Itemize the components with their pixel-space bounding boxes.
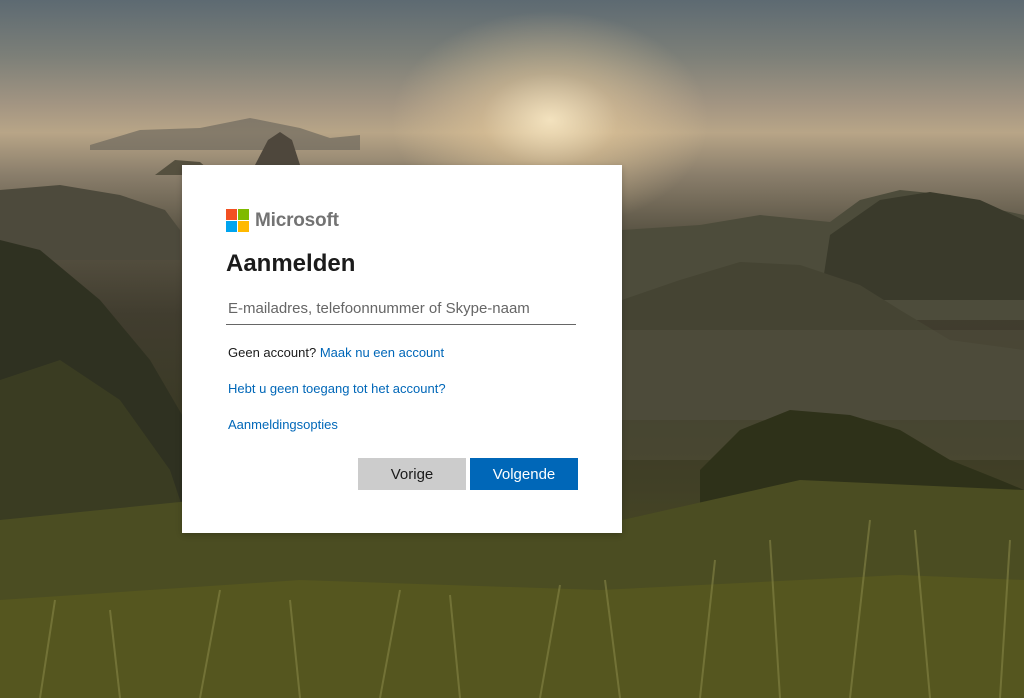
no-access-link[interactable]: Hebt u geen toegang tot het account? [228, 381, 446, 396]
no-account-text: Geen account? [228, 345, 317, 360]
page-title: Aanmelden [226, 250, 356, 277]
brand-name: Microsoft [255, 209, 339, 231]
create-account-link[interactable]: Maak nu een account [320, 345, 444, 360]
signin-options-row: Aanmeldingsopties [228, 417, 338, 432]
microsoft-logo: Microsoft [226, 209, 339, 232]
signin-options-link[interactable]: Aanmeldingsopties [228, 417, 338, 432]
microsoft-logo-icon [226, 209, 249, 232]
no-account-row: Geen account? Maak nu een account [228, 345, 444, 360]
no-access-row: Hebt u geen toegang tot het account? [228, 381, 446, 396]
next-button[interactable]: Volgende [470, 458, 578, 490]
back-button[interactable]: Vorige [358, 458, 466, 490]
signin-card: Microsoft Aanmelden Geen account? Maak n… [182, 165, 622, 533]
email-input[interactable] [226, 293, 576, 325]
